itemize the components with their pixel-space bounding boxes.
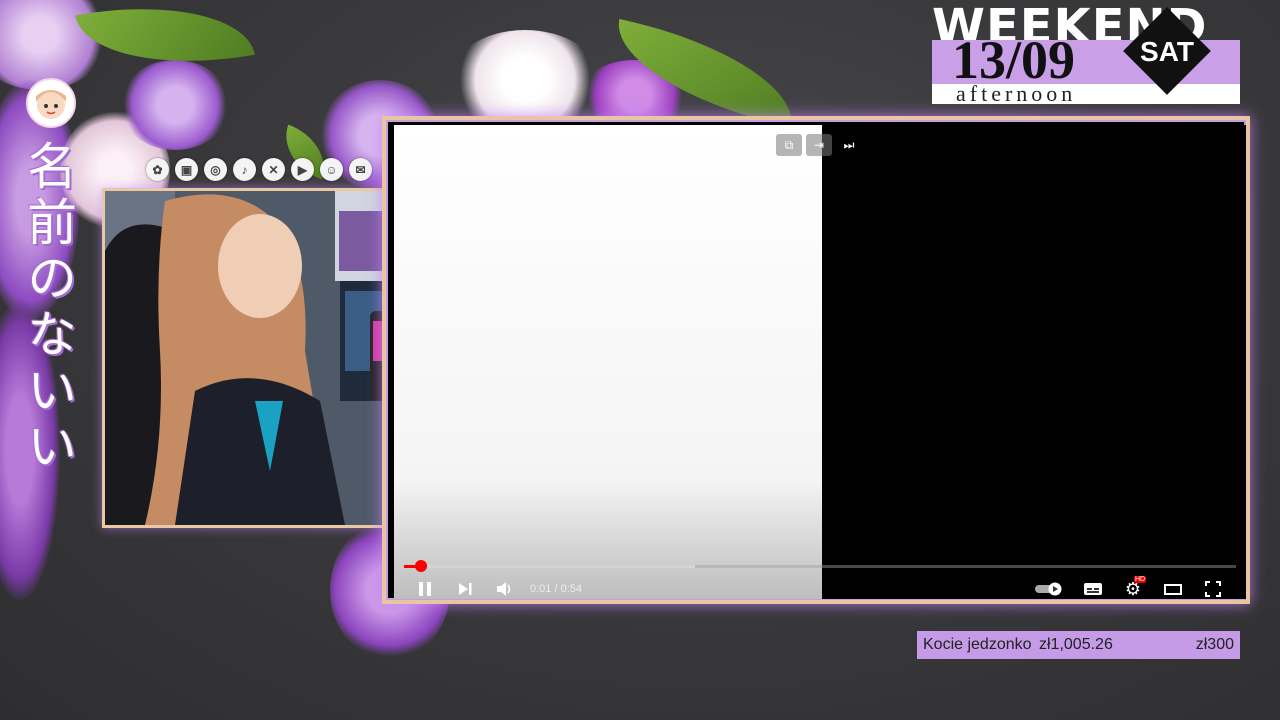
video-frame-right <box>822 125 1246 599</box>
fullscreen-icon <box>1205 581 1221 597</box>
twitch-icon[interactable]: ▣ <box>175 158 198 181</box>
subtitles-button[interactable] <box>1082 578 1104 600</box>
pause-icon <box>419 582 431 596</box>
youtube-icon[interactable]: ▶ <box>291 158 314 181</box>
video-player[interactable]: ⧉ ⇥ ⏭ 0:01 / 0:54 ⚙ HD <box>382 116 1250 604</box>
instagram-icon[interactable]: ◎ <box>204 158 227 181</box>
theater-mode-button[interactable] <box>1162 578 1184 600</box>
settings-button[interactable]: ⚙ HD <box>1122 576 1147 600</box>
goal-name: Kocie jedzonko <box>923 636 1032 653</box>
gmail-icon[interactable]: ✉ <box>349 158 372 181</box>
period-label: afternoon <box>956 81 1077 106</box>
enter-icon[interactable]: ⇥ <box>806 134 832 156</box>
linktree-icon[interactable]: ✿ <box>146 158 169 181</box>
x-icon[interactable]: ✕ <box>262 158 285 181</box>
next-icon <box>459 583 472 595</box>
autoplay-icon <box>1035 582 1062 596</box>
player-controls-right: ⚙ HD <box>1034 576 1224 600</box>
pause-button[interactable] <box>414 578 436 600</box>
donation-goal-bar: Kocie jedzonko zł1,005.26 zł300 <box>917 631 1240 659</box>
volume-icon <box>497 582 511 596</box>
goal-amount: zł1,005.26 <box>1039 636 1113 653</box>
day-label: SAT <box>1140 36 1194 67</box>
goal-target: zł300 <box>1195 636 1234 653</box>
video-frame-left <box>394 125 822 599</box>
player-top-controls: ⧉ ⇥ ⏭ <box>776 134 862 156</box>
fullscreen-button[interactable] <box>1202 578 1224 600</box>
social-links: ✿ ▣ ◎ ♪ ✕ ▶ ☺ ✉ <box>146 158 372 181</box>
autoplay-toggle[interactable] <box>1034 578 1064 600</box>
progress-buffered <box>404 565 696 568</box>
miniplayer-icon[interactable]: ⧉ <box>776 134 802 156</box>
avatar <box>26 78 76 128</box>
volume-button[interactable] <box>494 578 516 600</box>
channel-title: 名前のないい <box>19 140 77 476</box>
subtitles-icon <box>1084 583 1102 595</box>
tiktok-icon[interactable]: ♪ <box>233 158 256 181</box>
player-controls-left: 0:01 / 0:54 <box>414 578 582 600</box>
next-button[interactable] <box>454 578 476 600</box>
discord-icon[interactable]: ☺ <box>320 158 343 181</box>
theater-icon <box>1164 584 1182 595</box>
time-display: 0:01 / 0:54 <box>530 583 582 595</box>
webcam-feed <box>102 188 408 528</box>
hd-badge: HD <box>1134 576 1147 583</box>
skip-forward-icon[interactable]: ⏭ <box>836 134 862 156</box>
progress-scrubber[interactable] <box>414 560 427 572</box>
